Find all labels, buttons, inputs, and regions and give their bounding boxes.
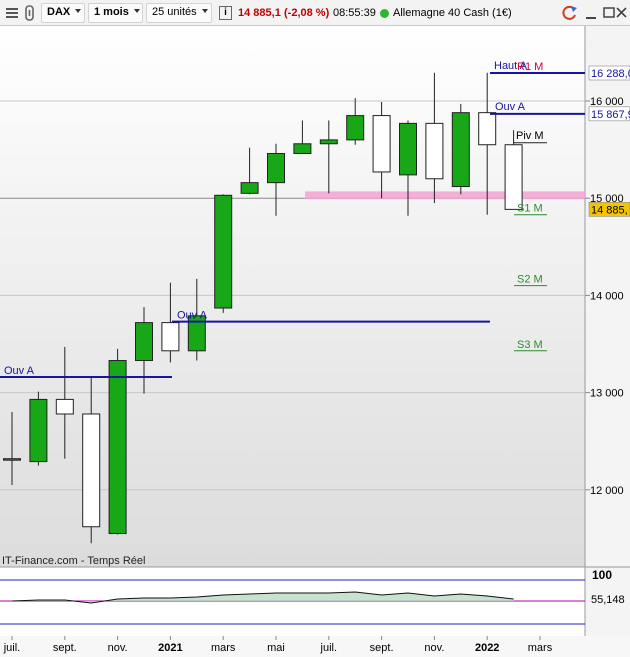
candle-up: [108, 360, 127, 535]
market-name: Allemagne 40 Cash (1€): [393, 7, 512, 19]
candle-up: [319, 139, 338, 145]
x-tick-label: 2022: [475, 642, 499, 654]
levels-under: [305, 191, 585, 200]
status-dot-icon: [380, 9, 389, 18]
period-value: 1 mois: [94, 6, 129, 18]
quote-time: 08:55:39: [333, 7, 376, 19]
x-tick-label: sept.: [370, 642, 394, 654]
minimize-button[interactable]: [582, 3, 600, 23]
s2-label: S2 M: [517, 274, 543, 286]
close-button[interactable]: [614, 3, 630, 23]
piv-label: Piv M: [516, 130, 544, 142]
indicator-value-label: 55,148: [591, 594, 625, 606]
minimize-icon: [586, 17, 596, 19]
last-price-tag-text: 14 885,: [591, 204, 628, 216]
x-tick-label: nov.: [108, 642, 128, 654]
ouv-a-label: Ouv A: [495, 101, 526, 113]
refresh-icon: [562, 5, 577, 20]
candle-down: [55, 398, 74, 415]
price-change: (-2,08 %): [284, 7, 330, 19]
candle-up: [29, 398, 48, 463]
y-tick-label: 14 000: [590, 290, 624, 302]
candle-up: [240, 182, 259, 194]
x-tick-label: sept.: [53, 642, 77, 654]
x-tick-label: mai: [267, 642, 285, 654]
chevron-down-icon: [202, 9, 208, 13]
last-price: 14 885,1: [238, 7, 281, 19]
x-tick-label: mars: [528, 642, 553, 654]
s3-label: S3 M: [517, 339, 543, 351]
toolbar: DAX 1 mois 25 unités i 14 885,1 (-2,08 %…: [0, 0, 630, 26]
x-tick-label: mars: [211, 642, 236, 654]
info-button[interactable]: i: [217, 3, 233, 23]
instrument-value: DAX: [47, 6, 71, 18]
candle-up: [267, 152, 285, 184]
candle-down: [425, 122, 444, 180]
ouv-a-value-tag-text: 15 867,9: [591, 109, 630, 121]
y-tick-label: 12 000: [590, 485, 624, 497]
r1-value-tag-text: 16 288,0: [591, 68, 630, 80]
link-icon: [25, 5, 34, 21]
candle-up: [293, 143, 312, 154]
instrument-menu-button[interactable]: [3, 3, 21, 23]
refresh-button[interactable]: [560, 3, 580, 23]
candle-down: [161, 322, 180, 352]
x-tick-label: juil.: [320, 642, 338, 654]
x-tick-label: nov.: [424, 642, 444, 654]
candle-down: [504, 144, 523, 210]
chevron-down-icon: [134, 9, 140, 13]
watermark: IT-Finance.com - Temps Réel: [2, 555, 145, 567]
ouv-a-2020-label: Ouv A: [4, 365, 35, 377]
candle-up: [399, 122, 417, 176]
link-button[interactable]: [22, 3, 38, 23]
x-tick-label: 2021: [158, 642, 182, 654]
units-select[interactable]: 25 unités: [146, 3, 212, 23]
candle-up: [135, 322, 153, 362]
candle-down: [478, 112, 497, 146]
candle-up: [346, 115, 365, 141]
instrument-select[interactable]: DAX: [41, 3, 85, 23]
pivot-zone-band: [305, 191, 585, 200]
period-select[interactable]: 1 mois: [88, 3, 143, 23]
s1-label: S1 M: [517, 203, 543, 215]
chevron-down-icon: [75, 9, 81, 13]
candle-up: [3, 458, 21, 461]
info-icon: i: [219, 6, 232, 20]
price-chart[interactable]: Haut AR1 MOuv APiv MS1 MS2 MS3 MOuv AOuv…: [0, 26, 630, 657]
units-value: 25 unités: [152, 6, 197, 18]
candle-up: [214, 194, 233, 309]
r1-label: R1 M: [517, 61, 543, 73]
bars-icon: [6, 8, 18, 18]
ouv-a-2021-label: Ouv A: [177, 310, 208, 322]
candle-down: [372, 115, 391, 173]
y-tick-label: 16 000: [590, 96, 624, 108]
close-icon: [616, 7, 627, 18]
x-tick-label: juil.: [3, 642, 21, 654]
indicator-level-label: 100: [592, 568, 612, 582]
candle-down: [82, 413, 101, 528]
candle-up: [451, 112, 470, 188]
y-tick-label: 13 000: [590, 388, 624, 400]
